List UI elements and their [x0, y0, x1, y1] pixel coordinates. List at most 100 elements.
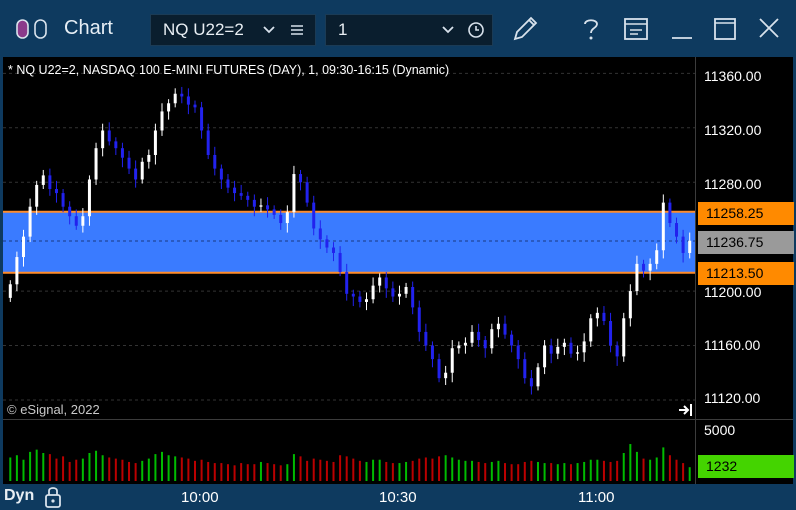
- dynamic-mode-label[interactable]: Dyn: [4, 487, 34, 505]
- volume-bar: [372, 459, 375, 481]
- volume-bar: [62, 456, 65, 481]
- candle-body: [424, 331, 428, 346]
- chart-area[interactable]: * NQ U22=2, NASDAQ 100 E-MINI FUTURES (D…: [3, 57, 793, 484]
- chevron-down-icon[interactable]: [261, 22, 277, 38]
- candle-body: [569, 342, 573, 354]
- volume-bar: [332, 461, 335, 481]
- volume-bar: [81, 458, 84, 481]
- candle-body: [15, 257, 19, 285]
- minimize-icon[interactable]: [667, 12, 697, 46]
- time-axis-label: 10:00: [181, 489, 219, 506]
- candle-body: [160, 111, 164, 131]
- pencil-icon[interactable]: [508, 12, 542, 46]
- candle-body: [490, 329, 494, 349]
- lock-icon[interactable]: [42, 485, 64, 509]
- volume-bar: [543, 463, 546, 481]
- scroll-to-end-icon[interactable]: [677, 402, 695, 418]
- volume-bar: [339, 455, 342, 481]
- volume-bar: [464, 460, 467, 481]
- help-icon[interactable]: [576, 13, 606, 45]
- close-icon[interactable]: [754, 12, 784, 46]
- volume-bar: [154, 454, 157, 481]
- candle-body: [226, 179, 230, 188]
- clock-icon[interactable]: [467, 21, 485, 39]
- candle-body: [186, 96, 190, 105]
- volume-bar: [523, 461, 526, 481]
- volume-bar: [180, 457, 183, 481]
- candle-body: [371, 285, 375, 300]
- candle-body: [615, 345, 619, 357]
- volume-bar: [9, 457, 12, 481]
- candle-body: [477, 331, 481, 341]
- volume-bar: [405, 461, 408, 481]
- candle-body: [299, 174, 303, 183]
- candle-body: [48, 175, 52, 190]
- candle-body: [642, 263, 646, 271]
- candle-body: [252, 199, 256, 207]
- candle-body: [21, 236, 25, 258]
- volume-bar: [42, 453, 45, 481]
- candle-body: [457, 345, 461, 349]
- candle-body: [444, 372, 448, 379]
- volume-bar: [471, 460, 474, 481]
- candle-body: [562, 342, 566, 347]
- interval-selector[interactable]: 1: [325, 14, 493, 46]
- candle-body: [134, 168, 138, 180]
- volume-bar: [220, 463, 223, 481]
- volume-bar: [563, 463, 566, 481]
- candle-body: [463, 342, 467, 346]
- maximize-icon[interactable]: [710, 12, 740, 46]
- volume-bar: [213, 463, 216, 481]
- candle-body: [635, 263, 639, 292]
- copyright-text: © eSignal, 2022: [7, 402, 100, 417]
- volume-bar: [391, 463, 394, 481]
- volume-bar: [655, 457, 658, 481]
- volume-bar: [510, 464, 513, 481]
- candle-body: [246, 195, 250, 200]
- time-axis-label: 11:00: [578, 489, 615, 506]
- candle-body: [266, 205, 270, 210]
- candle-body: [338, 252, 342, 273]
- volume-bar: [675, 459, 678, 481]
- candle-body: [81, 216, 85, 226]
- volume-bar: [325, 460, 328, 481]
- volume-bar: [292, 454, 295, 481]
- volume-bar: [490, 461, 493, 481]
- volume-bar: [444, 455, 447, 481]
- candle-body: [378, 277, 382, 286]
- volume-bar: [569, 464, 572, 481]
- volume-bar: [161, 451, 164, 481]
- candle-body: [496, 323, 500, 330]
- volume-bar: [174, 456, 177, 481]
- volume-bar: [319, 459, 322, 481]
- chart-window: Chart NQ U22=2 1 * NQ U22=2, NASDAQ 100 …: [0, 0, 796, 510]
- volume-bar: [141, 460, 144, 481]
- volume-bar: [576, 463, 579, 481]
- volume-bar: [451, 457, 454, 481]
- candle-body: [305, 182, 309, 203]
- title-bar: Chart NQ U22=2 1: [0, 0, 796, 58]
- volume-bar: [398, 463, 401, 481]
- toggle-icon[interactable]: [14, 15, 54, 43]
- volume-bar: [484, 463, 487, 481]
- volume-bar: [424, 457, 427, 481]
- symbol-value: NQ U22=2: [163, 20, 244, 39]
- candle-body: [411, 286, 415, 308]
- list-icon[interactable]: [289, 22, 305, 38]
- chevron-down-icon[interactable]: [440, 22, 456, 38]
- volume-bar: [668, 455, 671, 481]
- volume-bar: [279, 465, 282, 481]
- candle-body: [648, 263, 652, 271]
- candle-body: [345, 272, 349, 294]
- volume-bar: [457, 459, 460, 481]
- chart-canvas[interactable]: [3, 57, 793, 484]
- candle-body: [470, 331, 474, 343]
- candle-body: [35, 184, 39, 207]
- volume-bar: [477, 461, 480, 481]
- time-axis-label: 10:30: [379, 489, 417, 506]
- layout-icon[interactable]: [620, 12, 652, 46]
- volume-bar: [418, 458, 421, 481]
- symbol-selector[interactable]: NQ U22=2: [150, 14, 316, 46]
- candle-body: [543, 345, 547, 368]
- volume-bar: [299, 456, 302, 481]
